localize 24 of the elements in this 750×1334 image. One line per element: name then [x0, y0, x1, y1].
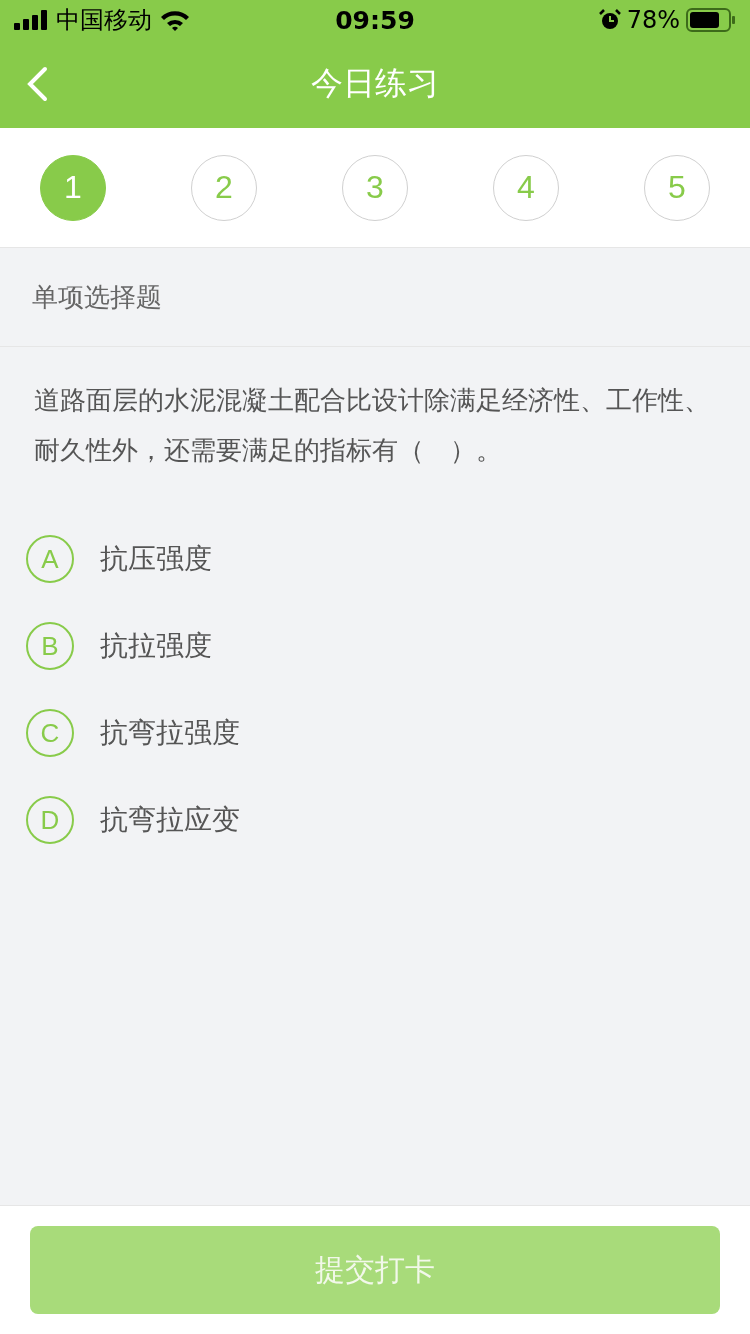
option-text[interactable]: 抗弯拉应变 [100, 801, 240, 839]
question-number-tab[interactable]: 5 [644, 154, 710, 221]
option-radio[interactable]: D [26, 796, 74, 844]
question-number-tab[interactable]: 4 [493, 154, 559, 221]
question-number-tab[interactable]: 3 [342, 154, 408, 221]
question-number-tab[interactable]: 1 [40, 154, 106, 221]
battery-percent: 78% [626, 6, 680, 34]
back-icon[interactable] [26, 66, 48, 102]
option-text[interactable]: 抗压强度 [100, 540, 212, 578]
option-text[interactable]: 抗拉强度 [100, 627, 212, 665]
question-type: 单项选择题 [32, 280, 162, 314]
wifi-icon [160, 9, 190, 31]
carrier-name: 中国移动 [56, 5, 152, 36]
clock-time: 09:59 [335, 5, 415, 35]
option-radio[interactable]: B [26, 622, 74, 670]
question-text: 道路面层的水泥混凝土配合比设计除满足经济性、工作性、耐久性外，还需要满足的指标有（ ）。 [33, 384, 711, 467]
battery-icon [686, 8, 736, 32]
question-number-tab[interactable]: 2 [191, 154, 257, 221]
option-radio[interactable]: A [26, 535, 74, 583]
signal-icon [14, 10, 48, 30]
option-radio[interactable]: C [26, 709, 74, 757]
alarm-icon [598, 9, 621, 31]
option-text[interactable]: 抗弯拉强度 [100, 714, 240, 752]
page-title: 今日练习 [311, 63, 439, 104]
